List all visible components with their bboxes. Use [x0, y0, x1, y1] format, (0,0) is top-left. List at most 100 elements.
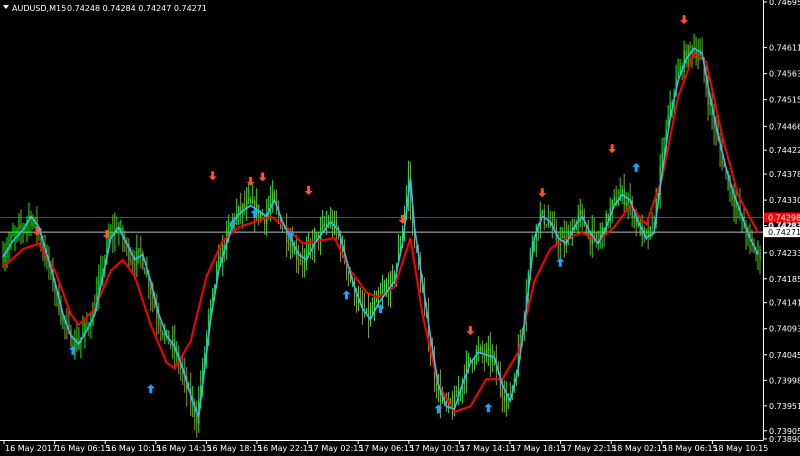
x-tick-label: 18 May 02:15 [612, 444, 667, 453]
candle-body [366, 308, 368, 313]
candle-body [651, 226, 653, 228]
candle-body [455, 394, 458, 398]
candle-body [130, 259, 132, 261]
price-chart[interactable]: 0.74695 0.74611 0.74563 0.74515 0.74466 0.744… [0, 0, 800, 456]
x-tick-label: 16 May 14:15 [157, 444, 212, 453]
candle-body [316, 232, 318, 236]
candle-body [547, 221, 549, 226]
y-tick-label: 0.74185 [769, 275, 800, 284]
candle-body [561, 236, 563, 239]
y-tick-label: 0.74378 [769, 170, 800, 179]
candle-body [469, 357, 472, 361]
candle-body [248, 198, 250, 201]
candle-body [383, 289, 386, 292]
y-tick-label: 0.74515 [769, 96, 800, 105]
candle-body [170, 344, 172, 346]
candle-body [196, 416, 198, 424]
candle-body [288, 242, 290, 246]
candle-body [138, 248, 140, 251]
candle-body [144, 268, 146, 275]
price-tag-label: 0.74283 [768, 222, 800, 231]
candle-body [244, 204, 246, 209]
candle-body [473, 360, 476, 365]
candle-body [118, 231, 120, 233]
candle-body [272, 192, 274, 203]
candle-body [633, 215, 635, 219]
candle-body [627, 199, 629, 203]
candle-body [322, 224, 324, 228]
candle-body [489, 348, 492, 362]
candle-body [20, 225, 22, 229]
y-tick-label: 0.73998 [769, 376, 800, 385]
candle-body [467, 357, 470, 363]
candle-body [84, 323, 86, 332]
x-tick-label: 17 May 02:15 [309, 444, 364, 453]
candle-body [302, 260, 304, 263]
candle-body [250, 198, 252, 204]
y-tick-label: 0.74141 [769, 299, 800, 308]
candle-body [110, 231, 112, 237]
x-tick-label: 17 May 22:15 [562, 444, 617, 453]
candle-body [86, 323, 88, 326]
candle-body [759, 249, 761, 261]
candle-body [729, 186, 731, 188]
x-tick-label: 17 May 18:15 [511, 444, 566, 453]
candle-body [503, 396, 506, 401]
candle-body [613, 196, 615, 200]
candle-body [158, 318, 160, 326]
candle-body [479, 347, 482, 350]
candle-body [100, 268, 102, 280]
candle-body [509, 394, 512, 396]
candle-body [18, 225, 20, 230]
candle-body [132, 260, 134, 265]
candle-body [160, 325, 162, 332]
candle-body [477, 349, 480, 351]
y-tick-label: 0.74233 [769, 249, 800, 258]
candle-body [581, 210, 583, 216]
candle-body [385, 287, 388, 290]
candle-body [62, 317, 64, 321]
y-tick-label: 0.74330 [769, 196, 800, 205]
candle-body [134, 264, 136, 266]
candle-body [541, 210, 543, 214]
y-tick-label: 0.74695 [769, 0, 800, 7]
candle-body [298, 259, 300, 261]
candle-body [14, 233, 16, 236]
x-tick-label: 16 May 18:15 [207, 444, 262, 453]
x-tick-label: 16 May 2017 [5, 444, 57, 453]
x-tick-label: 16 May 10:15 [106, 444, 161, 453]
candle-body [356, 298, 358, 303]
y-tick-label: 0.74466 [769, 122, 800, 131]
candle-body [391, 274, 394, 277]
y-tick-label: 0.74563 [769, 70, 800, 79]
candle-body [32, 221, 34, 227]
candle-body [487, 348, 490, 350]
y-tick-label: 0.74611 [769, 44, 800, 53]
candle-body [735, 204, 737, 208]
candle-body [324, 224, 326, 227]
candle-body [310, 244, 312, 246]
candle-body [252, 200, 254, 204]
candle-body [545, 224, 547, 226]
candle-body [645, 230, 647, 233]
candle-body [228, 226, 230, 231]
candle-body [306, 250, 308, 257]
candle-body [441, 398, 444, 402]
chart-header: AUDUSD,M15 0.74248 0.74284 0.74247 0.742… [3, 4, 207, 13]
x-tick-label: 16 May 22:15 [258, 444, 313, 453]
candle-body [150, 287, 152, 294]
candle-body [16, 229, 18, 234]
candle-body [162, 331, 164, 336]
candle-body [290, 243, 292, 246]
candle-body [90, 325, 92, 327]
candle-body [579, 210, 581, 215]
candle-body [723, 164, 725, 168]
candle-body [567, 231, 569, 236]
candle-body [2, 257, 4, 262]
x-tick-label: 18 May 10:15 [713, 444, 768, 453]
candle-body [12, 235, 14, 237]
y-tick-label: 0.74422 [769, 146, 800, 155]
y-tick-label: 0.73951 [769, 402, 800, 411]
x-tick-label: 17 May 10:15 [410, 444, 465, 453]
candle-body [733, 199, 735, 208]
